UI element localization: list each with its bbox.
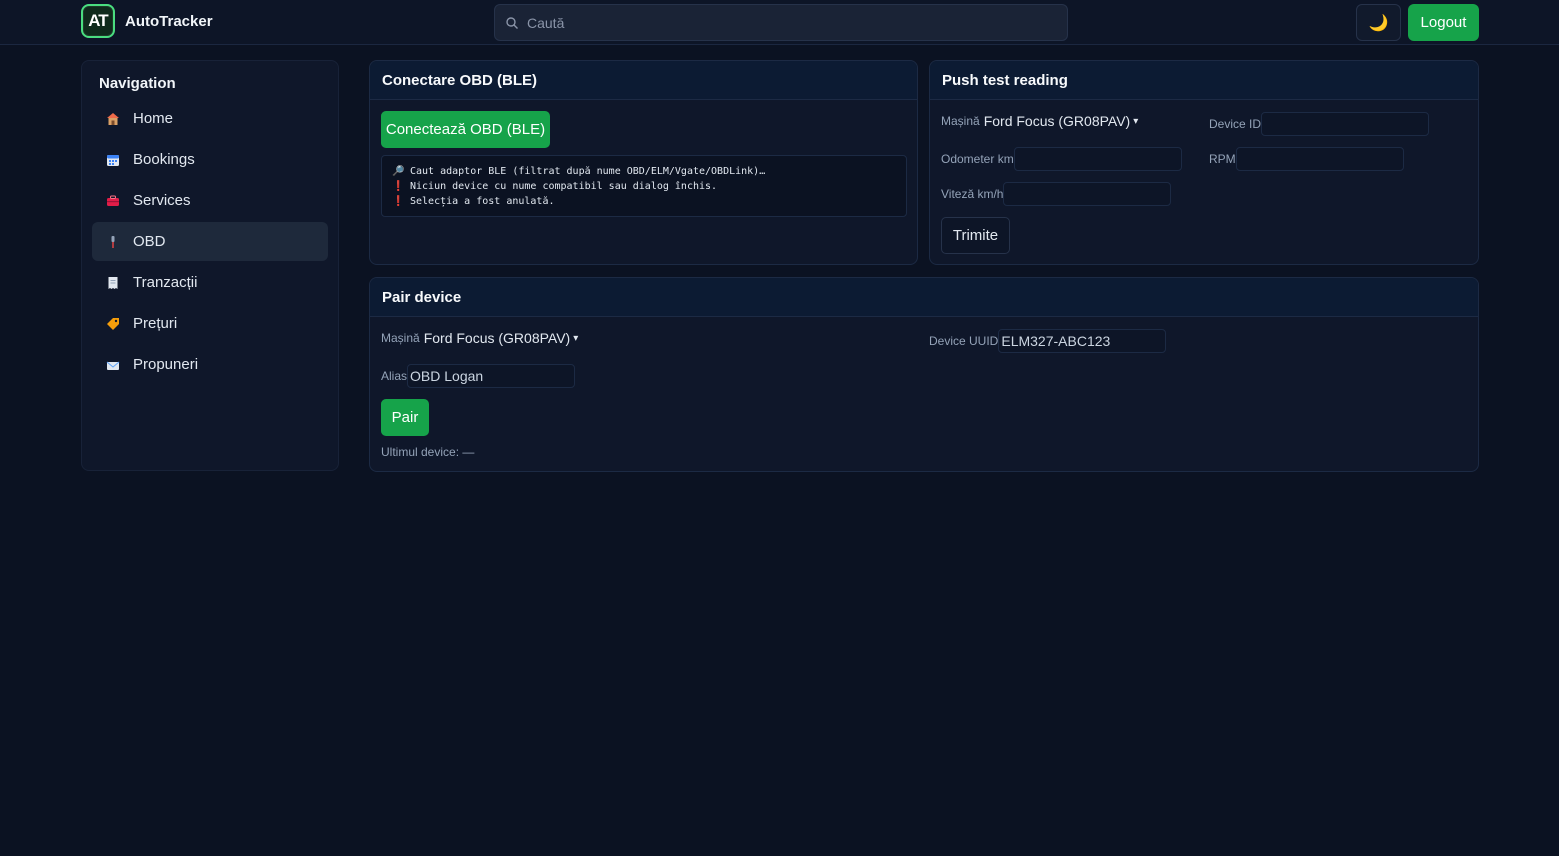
pair-car-select-field: Mașină Ford Focus (GR08PAV) ▾ <box>381 330 578 346</box>
sidebar-item-tranzactii[interactable]: Tranzacții <box>92 263 328 302</box>
device-id-input[interactable] <box>1261 112 1430 136</box>
app-logo: AT <box>81 4 115 38</box>
device-id-label: Device ID <box>1209 117 1262 131</box>
log-line: 🔎 Caut adaptor BLE (filtrat după nume OB… <box>392 166 766 177</box>
log-line: ❗ Niciun device cu nume compatibil sau d… <box>392 181 718 192</box>
top-bar: AT AutoTracker 🌙 Logout <box>0 0 1559 45</box>
theme-toggle-button[interactable]: 🌙 <box>1356 4 1401 41</box>
log-line: ❗ Selecția a fost anulată. <box>392 196 555 207</box>
connect-obd-button[interactable]: Conectează OBD (BLE) <box>381 111 550 148</box>
sidebar-item-label: OBD <box>133 233 166 250</box>
car-label: Mașină <box>381 331 420 345</box>
sidebar-item-label: Home <box>133 110 174 127</box>
sidebar-item-label: Services <box>133 192 191 209</box>
odometer-label: Odometer km <box>941 152 1014 166</box>
car-label: Mașină <box>941 114 980 128</box>
card-title: Pair device <box>370 278 1478 317</box>
sidebar: Navigation Home Bookings Services OBD Tr… <box>81 60 339 471</box>
app-name: AutoTracker <box>125 12 213 30</box>
sidebar-title: Navigation <box>99 75 176 92</box>
odometer-field: Odometer km <box>941 147 1182 171</box>
rpm-label: RPM <box>1209 152 1236 166</box>
chevron-down-icon: ▾ <box>573 332 579 344</box>
connection-log: 🔎 Caut adaptor BLE (filtrat după nume OB… <box>381 155 907 217</box>
sidebar-item-label: Bookings <box>133 151 195 168</box>
exclamation-icon: ❗ <box>392 196 405 207</box>
sidebar-item-propuneri[interactable]: Propuneri <box>92 345 328 384</box>
car-select[interactable]: Ford Focus (GR08PAV) ▾ <box>984 113 1139 129</box>
sidebar-item-home[interactable]: Home <box>92 99 328 138</box>
toolbox-icon <box>107 195 119 206</box>
car-select-field: Mașină Ford Focus (GR08PAV) ▾ <box>941 113 1138 129</box>
magnifier-icon: 🔎 <box>392 166 405 177</box>
card-title: Conectare OBD (BLE) <box>370 61 917 100</box>
tag-icon <box>107 317 119 330</box>
sidebar-item-bookings[interactable]: Bookings <box>92 140 328 179</box>
search-icon <box>506 16 518 29</box>
calendar-icon <box>107 154 119 166</box>
device-uuid-field: Device UUID <box>929 329 1167 353</box>
push-test-card: Push test reading Mașină Ford Focus (GR0… <box>929 60 1479 265</box>
device-uuid-input[interactable] <box>998 329 1167 353</box>
search-bar[interactable] <box>494 4 1068 41</box>
card-title: Push test reading <box>930 61 1478 100</box>
alias-field: Alias <box>381 364 576 388</box>
last-device-text: Ultimul device: — <box>381 445 475 459</box>
speed-field: Viteză km/h <box>941 182 1172 206</box>
sidebar-item-label: Prețuri <box>133 315 178 332</box>
rpm-field: RPM <box>1209 147 1404 171</box>
device-uuid-label: Device UUID <box>929 334 999 348</box>
sidebar-item-label: Propuneri <box>133 356 199 373</box>
rpm-input[interactable] <box>1235 147 1404 171</box>
obd-connect-card: Conectare OBD (BLE) Conectează OBD (BLE)… <box>369 60 918 265</box>
sidebar-item-services[interactable]: Services <box>92 181 328 220</box>
sidebar-item-preturi[interactable]: Prețuri <box>92 304 328 343</box>
sidebar-item-obd[interactable]: OBD <box>92 222 328 261</box>
moon-icon: 🌙 <box>1368 14 1389 32</box>
logout-button[interactable]: Logout <box>1408 4 1479 41</box>
chevron-down-icon: ▾ <box>1133 115 1139 127</box>
search-input[interactable] <box>527 14 1047 31</box>
plug-icon <box>111 235 115 248</box>
speed-input[interactable] <box>1003 182 1172 206</box>
submit-button[interactable]: Trimite <box>941 217 1010 254</box>
pair-car-select[interactable]: Ford Focus (GR08PAV) ▾ <box>424 330 579 346</box>
alias-label: Alias <box>381 369 408 383</box>
pair-button[interactable]: Pair <box>381 399 429 436</box>
brand[interactable]: AT AutoTracker <box>81 4 213 38</box>
odometer-input[interactable] <box>1013 147 1182 171</box>
speed-label: Viteză km/h <box>941 187 1004 201</box>
sidebar-item-label: Tranzacții <box>133 274 198 291</box>
alias-input[interactable] <box>407 364 576 388</box>
envelope-icon <box>106 361 120 370</box>
pair-device-card: Pair device Mașină Ford Focus (GR08PAV) … <box>369 277 1479 472</box>
device-id-field: Device ID <box>1209 112 1430 136</box>
house-icon <box>107 112 119 125</box>
exclamation-icon: ❗ <box>392 181 405 192</box>
receipt-icon <box>108 276 118 289</box>
